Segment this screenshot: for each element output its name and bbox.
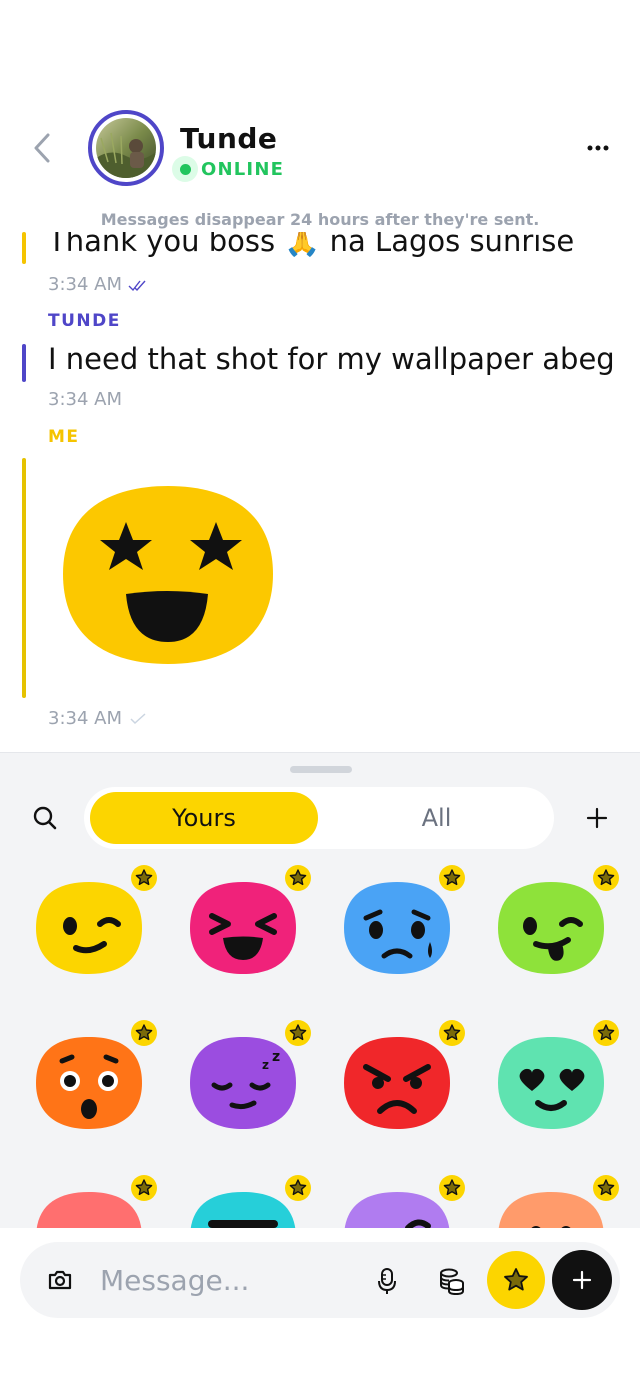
sent-check-icon <box>130 713 146 725</box>
sticker-surprised[interactable] <box>34 1020 157 1143</box>
message-time: 3:34 AM <box>48 708 122 729</box>
sticker-crying[interactable] <box>342 865 465 988</box>
sticker-face-icon <box>498 882 604 974</box>
premium-star-icon <box>131 1175 157 1201</box>
sticker-search-button[interactable] <box>30 803 60 833</box>
sticker-face-icon: zz <box>190 1037 296 1129</box>
message-composer <box>20 1242 620 1318</box>
status-label: ONLINE <box>201 158 285 180</box>
sticker-partial-lavender[interactable] <box>342 1175 465 1230</box>
sticker-face-icon <box>498 1192 604 1230</box>
sticker-face-icon <box>344 1037 450 1129</box>
sticker-sleepy[interactable]: zz <box>188 1020 311 1143</box>
star-eyes-sticker[interactable] <box>58 482 278 672</box>
sticker-face-icon <box>344 1192 450 1230</box>
composer-area <box>0 1228 640 1387</box>
svg-text:z: z <box>272 1049 280 1065</box>
read-receipt-icon <box>128 280 146 292</box>
premium-star-icon <box>593 1175 619 1201</box>
back-button[interactable] <box>28 130 58 166</box>
sticker-tab-switch: Yours All <box>84 787 554 849</box>
premium-star-icon <box>285 865 311 891</box>
message-accent-bar <box>22 458 26 698</box>
sticker-button[interactable] <box>487 1251 545 1309</box>
premium-star-icon <box>285 1175 311 1201</box>
sticker-face-icon <box>498 1037 604 1129</box>
chat-header: Tunde ONLINE <box>0 100 640 200</box>
camera-button[interactable] <box>46 1266 74 1294</box>
premium-star-icon <box>439 1175 465 1201</box>
premium-star-icon <box>593 865 619 891</box>
tab-all[interactable]: All <box>324 792 549 844</box>
message-text: I need that shot for my wallpaper abeg <box>48 342 615 376</box>
sticker-partial-peach[interactable] <box>496 1175 619 1230</box>
sticker-face-icon <box>190 1192 296 1230</box>
online-status: ONLINE <box>172 156 284 182</box>
disappearing-messages-notice: Messages disappear 24 hours after they'r… <box>100 210 540 229</box>
coins-button[interactable] <box>438 1266 466 1296</box>
microphone-icon <box>378 1268 396 1294</box>
sticker-partial-coral[interactable] <box>34 1175 157 1230</box>
sticker-face-icon <box>36 882 142 974</box>
sticker-wink[interactable] <box>34 865 157 988</box>
message-accent-bar <box>22 232 26 264</box>
tab-yours[interactable]: Yours <box>90 792 318 844</box>
premium-star-icon <box>285 1020 311 1046</box>
sticker-panel: Yours All zz <box>0 752 640 1230</box>
premium-star-icon <box>131 865 157 891</box>
sticker-partial-cyan[interactable] <box>188 1175 311 1230</box>
voice-message-button[interactable] <box>374 1266 400 1296</box>
sender-name: ME <box>48 427 80 447</box>
message-time: 3:34 AM <box>48 389 122 410</box>
contact-name: Tunde <box>180 122 278 155</box>
add-sticker-button[interactable] <box>582 803 612 833</box>
contact-avatar[interactable] <box>88 110 164 186</box>
sticker-angry[interactable] <box>342 1020 465 1143</box>
message-input[interactable] <box>100 1254 360 1306</box>
premium-star-icon <box>593 1020 619 1046</box>
premium-star-icon <box>131 1020 157 1046</box>
message-text: Thank you boss 🙏 na Lagos sunrise <box>48 232 575 258</box>
sticker-heart-eyes[interactable] <box>496 1020 619 1143</box>
svg-text:z: z <box>262 1058 269 1072</box>
coins-icon <box>440 1268 464 1296</box>
plus-icon <box>586 807 608 829</box>
drag-handle[interactable] <box>290 766 352 773</box>
attach-button[interactable] <box>552 1250 612 1310</box>
premium-star-icon <box>439 1020 465 1046</box>
online-indicator-icon <box>172 156 198 182</box>
more-options-button[interactable] <box>586 136 610 160</box>
message-accent-bar <box>22 344 26 382</box>
plus-icon <box>572 1270 592 1290</box>
message-time: 3:34 AM <box>48 274 122 295</box>
sticker-star-icon <box>504 1268 528 1291</box>
search-icon <box>33 806 57 830</box>
chevron-left-icon <box>34 133 50 163</box>
sticker-face-icon <box>36 1192 142 1230</box>
camera-icon <box>48 1270 72 1290</box>
more-horizontal-icon <box>587 145 609 151</box>
avatar-photo <box>96 118 156 178</box>
sticker-laughing[interactable] <box>188 865 311 988</box>
sticker-face-icon <box>36 1037 142 1129</box>
sticker-face-icon <box>344 882 450 974</box>
premium-star-icon <box>439 865 465 891</box>
sticker-face-icon <box>190 882 296 974</box>
sticker-tongue-wink[interactable] <box>496 865 619 988</box>
message-list[interactable]: Thank you boss 🙏 na Lagos sunrise 3:34 A… <box>0 232 640 752</box>
sender-name: TUNDE <box>48 311 121 331</box>
